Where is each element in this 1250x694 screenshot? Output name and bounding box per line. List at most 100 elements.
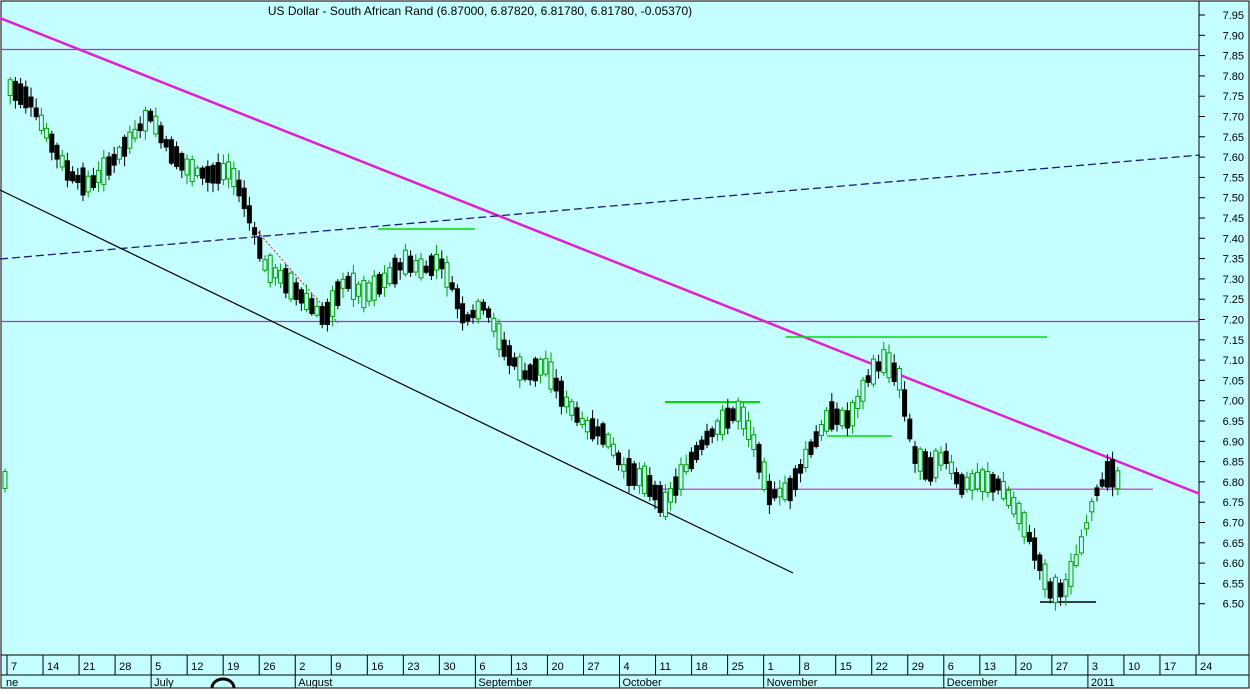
y-tick-label: 7.40 — [1223, 233, 1244, 245]
candle-body — [1016, 502, 1022, 525]
candle-body — [319, 306, 325, 325]
candle-body — [891, 362, 897, 382]
candle-body — [454, 288, 460, 310]
x-tick-label: 8 — [804, 661, 810, 673]
y-tick-label: 6.90 — [1223, 436, 1244, 448]
candle-body — [423, 265, 429, 273]
candle-body — [486, 308, 492, 318]
candle-body — [751, 434, 757, 451]
candle-body — [782, 482, 788, 500]
y-tick-label: 7.95 — [1223, 10, 1244, 22]
candle-body — [428, 255, 434, 277]
candle-body — [631, 463, 637, 486]
candle-body — [241, 187, 247, 210]
x-tick-label: 17 — [1164, 661, 1176, 673]
x-tick-label: 13 — [984, 661, 996, 673]
candle-body — [480, 301, 486, 311]
month-label: November — [767, 677, 818, 689]
month-label: 2011 — [1091, 677, 1115, 689]
candle-body — [595, 426, 601, 437]
candle-body — [1089, 501, 1095, 513]
candle-body — [96, 169, 102, 183]
y-tick-label: 6.75 — [1223, 497, 1244, 509]
candle-body — [621, 464, 627, 472]
candle-body — [600, 423, 606, 445]
y-tick-label: 7.65 — [1223, 132, 1244, 144]
candle-body — [990, 474, 996, 493]
candle-body — [408, 255, 414, 273]
x-tick-label: 7 — [11, 661, 17, 673]
y-tick-label: 6.55 — [1223, 578, 1244, 590]
candle-body — [647, 475, 653, 497]
candle-body — [506, 345, 512, 366]
candle-body — [626, 458, 632, 486]
candle-body — [23, 86, 29, 109]
plot-background — [0, 0, 1200, 656]
x-tick-label: 2 — [299, 661, 305, 673]
candle-body — [610, 443, 616, 456]
candle-body — [2, 471, 8, 489]
candle-body — [553, 377, 559, 392]
candle-body — [954, 472, 960, 485]
candle-body — [1032, 537, 1038, 561]
candle-body — [59, 155, 65, 168]
x-tick-label: 6 — [479, 661, 485, 673]
y-tick-label: 7.80 — [1223, 71, 1244, 83]
candle-body — [252, 227, 258, 236]
candle-body — [855, 395, 861, 409]
candle-body — [1115, 470, 1121, 490]
candle-body — [7, 79, 13, 97]
candle-body — [70, 171, 76, 182]
month-label: December — [947, 677, 998, 689]
candle-body — [808, 441, 814, 455]
x-tick-label: 23 — [407, 661, 419, 673]
candle-body — [844, 410, 850, 429]
candle-body — [44, 127, 50, 139]
candle-body — [324, 301, 330, 325]
candle-body — [132, 128, 138, 139]
candle-body — [200, 167, 206, 179]
candle-body — [246, 205, 252, 224]
x-tick-label: 15 — [840, 661, 852, 673]
candle-body — [179, 153, 185, 171]
candle-body — [470, 309, 476, 319]
y-tick-label: 7.45 — [1223, 213, 1244, 225]
x-tick-label: 5 — [155, 661, 161, 673]
candle-body — [818, 424, 824, 437]
candle-body — [512, 357, 518, 367]
candle-body — [974, 471, 980, 490]
candle-body — [584, 420, 590, 433]
candle-body — [922, 451, 928, 480]
y-tick-label: 7.15 — [1223, 335, 1244, 347]
candle-body — [1042, 563, 1048, 590]
candle-body — [813, 431, 819, 448]
candle-body — [720, 409, 726, 436]
x-tick-label: 24 — [1200, 661, 1212, 673]
candle-body — [491, 317, 497, 332]
candle-body — [387, 267, 393, 285]
x-tick-label: 9 — [335, 661, 341, 673]
y-tick-label: 6.60 — [1223, 558, 1244, 570]
x-tick-label: 20 — [551, 661, 563, 673]
candle-body — [532, 358, 538, 382]
candle-body — [792, 468, 798, 491]
candle-body — [163, 139, 169, 148]
candle-body — [730, 408, 736, 421]
candle-body — [548, 361, 554, 390]
candle-body — [75, 174, 81, 183]
candle-body — [90, 175, 96, 189]
candle-body — [870, 358, 876, 385]
candle-body — [616, 452, 622, 466]
candle-body — [356, 283, 362, 297]
candle-body — [153, 115, 159, 135]
candle-body — [683, 464, 689, 473]
candle-body — [309, 298, 315, 315]
candle-body — [361, 280, 367, 309]
candle-body — [777, 487, 783, 498]
candle-body — [101, 157, 107, 185]
candle-body — [122, 136, 128, 157]
candle-body — [215, 162, 221, 184]
chart-title: US Dollar - South African Rand (6.87000,… — [268, 4, 692, 18]
candle-body — [298, 289, 304, 304]
candle-body — [886, 352, 892, 379]
